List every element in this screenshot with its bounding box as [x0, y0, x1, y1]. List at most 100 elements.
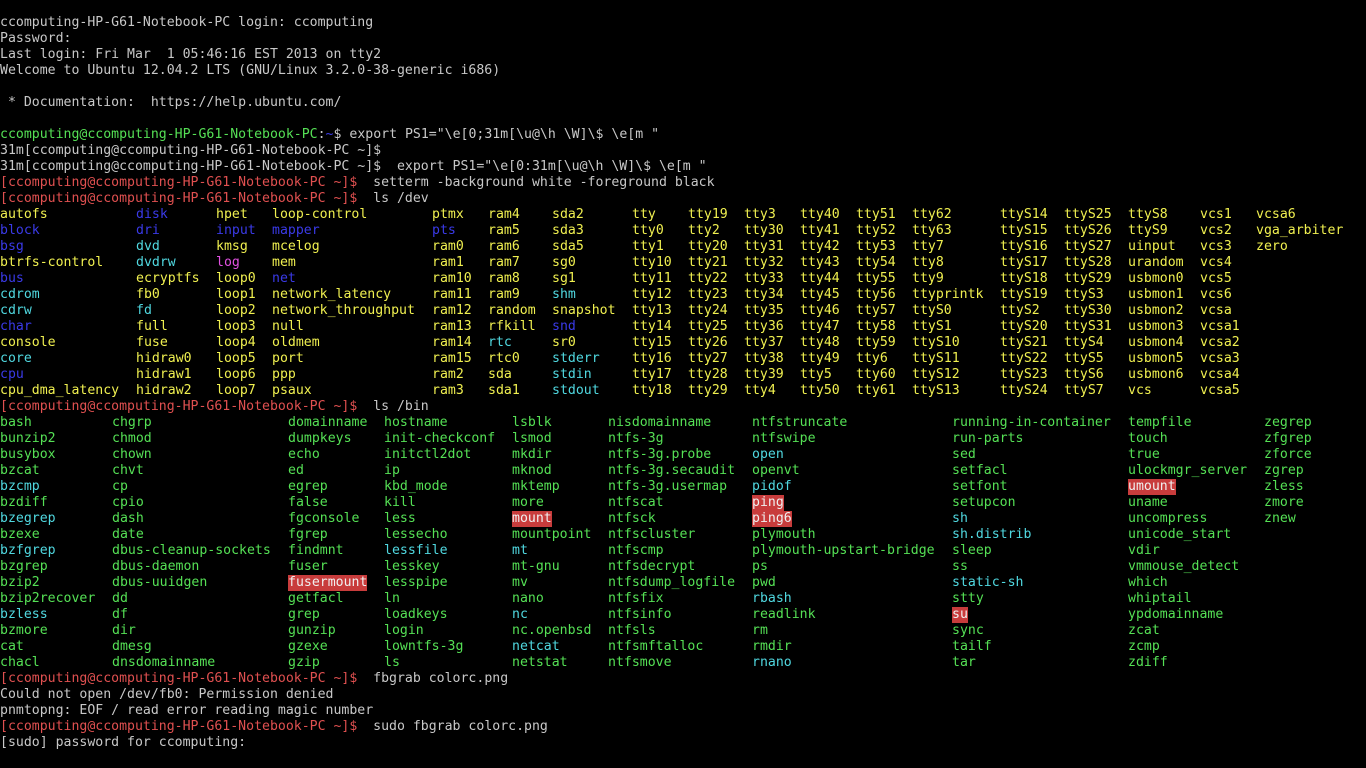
listing-entry: ps [752, 559, 768, 574]
listing-row: chacl dnsdomainname gzip ls netstat ntfsmove r… [0, 655, 1366, 671]
terminal-line: [ccomputing@ccomputing-HP-G61-Notebook-P… [0, 719, 1366, 735]
listing-entry: input [216, 223, 256, 238]
listing-entry: tty59 [856, 335, 896, 350]
terminal-screen[interactable]: ccomputing-HP-G61-Notebook-PC login: cco… [0, 15, 1366, 751]
listing-entry: hostname [384, 415, 448, 430]
listing-entry: gzexe [288, 639, 328, 654]
listing-entry: ln [384, 591, 400, 606]
listing-entry: ttyS2 [1000, 303, 1040, 318]
listing-entry: ntfsfix [608, 591, 664, 606]
listing-entry: date [112, 527, 144, 542]
listing-entry: vcs5 [1200, 271, 1232, 286]
listing-entry: kill [384, 495, 416, 510]
listing-entry: which [1128, 575, 1168, 590]
listing-entry: loop1 [216, 287, 256, 302]
listing-entry: tty46 [800, 303, 840, 318]
listing-entry: usbmon4 [1128, 335, 1184, 350]
listing-entry: vcsa [1200, 303, 1232, 318]
listing-entry: tty57 [856, 303, 896, 318]
listing-entry: ttyS18 [1000, 271, 1048, 286]
listing-entry: ls [384, 655, 400, 670]
listing-entry: dbus-daemon [112, 559, 200, 574]
listing-entry: ttyS21 [1000, 335, 1048, 350]
listing-entry: vdir [1128, 543, 1160, 558]
listing-entry: netcat [512, 639, 560, 654]
listing-entry: sda [488, 367, 512, 382]
listing-entry: tty41 [800, 223, 840, 238]
listing-row: cat dmesg gzexe lowntfs-3g netcat ntfsmftallo… [0, 639, 1366, 655]
listing-entry: tty58 [856, 319, 896, 334]
listing-row: bunzip2 chmod dumpkeys init-checkconf lsmod n… [0, 431, 1366, 447]
listing-entry: fd [136, 303, 152, 318]
listing-entry: psaux [272, 383, 312, 398]
listing-entry: cpu [0, 367, 24, 382]
listing-entry: rfkill [488, 319, 536, 334]
listing-entry: loop6 [216, 367, 256, 382]
listing-entry: nisdomainname [608, 415, 712, 430]
listing-entry: tty20 [688, 239, 728, 254]
listing-entry: tty30 [744, 223, 784, 238]
listing-entry: ram0 [432, 239, 464, 254]
listing-entry: kbd_mode [384, 479, 448, 494]
listing-entry: setfont [952, 479, 1008, 494]
listing-entry: bzmore [0, 623, 48, 638]
listing-entry: cp [112, 479, 128, 494]
terminal-line: Last login: Fri Mar 1 05:46:16 EST 2013 … [0, 47, 382, 62]
listing-entry: nc.openbsd [512, 623, 592, 638]
listing-entry: sync [952, 623, 984, 638]
listing-entry: plymouth-upstart-bridge [752, 543, 935, 558]
listing-entry: sda2 [552, 207, 584, 222]
listing-entry: tty28 [688, 367, 728, 382]
listing-row: bus ecryptfs loop0 net ram10 ram8 sg1 tty11 tty2… [0, 271, 1366, 287]
listing-entry: ip [384, 463, 400, 478]
listing-entry: dvd [136, 239, 160, 254]
listing-entry: ttyS6 [1064, 367, 1104, 382]
listing-entry: tty9 [912, 271, 944, 286]
listing-entry: unicode_start [1128, 527, 1232, 542]
listing-entry: uinput [1128, 239, 1176, 254]
listing-entry: rtc [488, 335, 512, 350]
listing-entry: ram8 [488, 271, 520, 286]
listing-entry: lesskey [384, 559, 440, 574]
terminal-line: [ccomputing@ccomputing-HP-G61-Notebook-P… [0, 671, 1366, 687]
listing-entry: bunzip2 [0, 431, 56, 446]
listing-entry: fgrep [288, 527, 328, 542]
listing-entry: ttyS10 [912, 335, 960, 350]
listing-entry: ping [752, 495, 784, 511]
listing-entry: vcs3 [1200, 239, 1232, 254]
listing-entry: vcs [1128, 383, 1152, 398]
listing-entry: static-sh [952, 575, 1024, 590]
listing-row: bzcmp cp egrep kbd_mode mktemp ntfs-3g.userma… [0, 479, 1366, 495]
listing-entry: tty47 [800, 319, 840, 334]
listing-entry: gunzip [288, 623, 336, 638]
listing-entry: df [112, 607, 128, 622]
listing-entry: dbus-uuidgen [112, 575, 208, 590]
listing-entry: tty49 [800, 351, 840, 366]
listing-entry: tty44 [800, 271, 840, 286]
listing-entry: vcs4 [1200, 255, 1232, 270]
listing-entry: tty35 [744, 303, 784, 318]
listing-entry: ttyS17 [1000, 255, 1048, 270]
listing-entry: stty [952, 591, 984, 606]
listing-entry: tempfile [1128, 415, 1192, 430]
listing-entry: ram11 [432, 287, 472, 302]
listing-entry: setupcon [952, 495, 1016, 510]
listing-entry: mapper [272, 223, 320, 238]
listing-entry: btrfs-control [0, 255, 104, 270]
listing-entry: false [288, 495, 328, 510]
listing-entry: ttyS24 [1000, 383, 1048, 398]
listing-row: bzgrep dbus-daemon fuser lesskey mt-gnu ntfsd… [0, 559, 1366, 575]
listing-entry: egrep [288, 479, 328, 494]
listing-row: console fuse loop4 oldmem ram14 rtc sr0 tty15 tt… [0, 335, 1366, 351]
listing-entry: openvt [752, 463, 800, 478]
listing-entry: ttyS13 [912, 383, 960, 398]
listing-entry: hpet [216, 207, 248, 222]
listing-entry: snapshot [552, 303, 616, 318]
listing-entry: vcsa1 [1200, 319, 1240, 334]
listing-entry: ttyS30 [1064, 303, 1112, 318]
listing-entry: zcat [1128, 623, 1160, 638]
listing-entry: ntfs-3g.usermap [608, 479, 728, 494]
listing-entry: stderr [552, 351, 600, 366]
listing-entry: sg0 [552, 255, 576, 270]
listing-entry: bzcat [0, 463, 40, 478]
